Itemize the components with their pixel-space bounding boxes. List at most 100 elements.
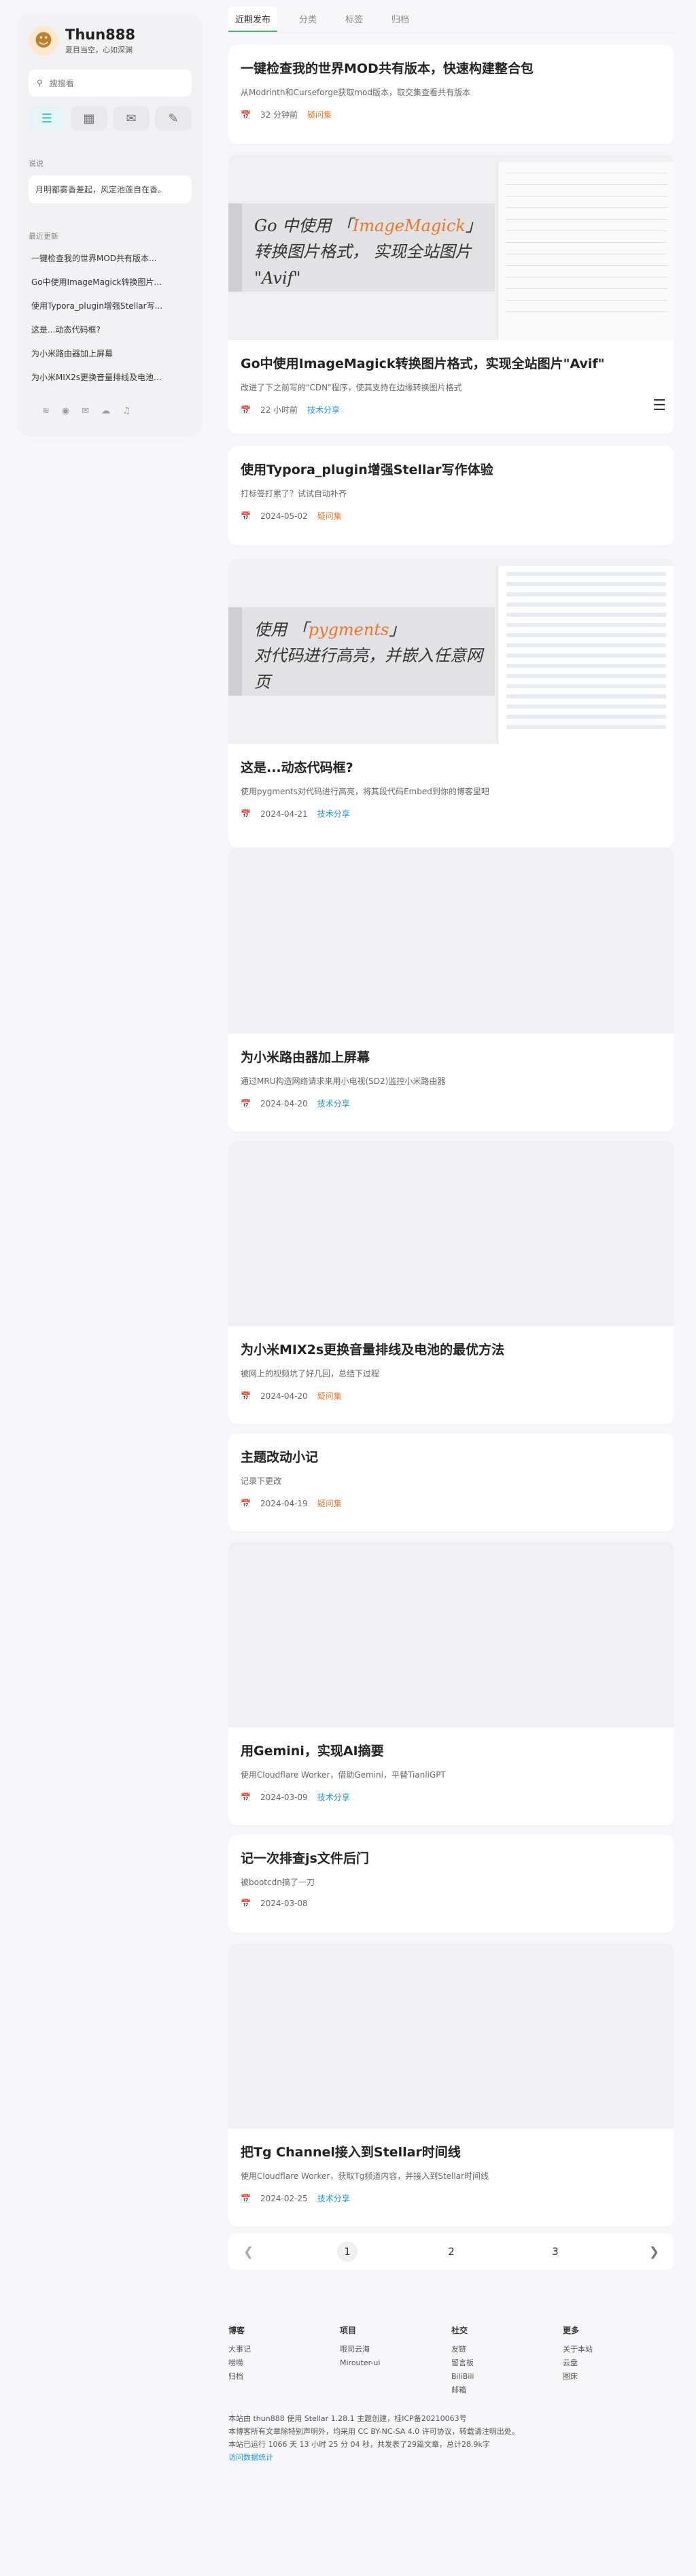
footer-link[interactable]: BiliBili	[451, 2370, 563, 2384]
post-cover	[228, 849, 674, 1034]
cloud-icon[interactable]: ☁	[101, 406, 110, 416]
post-category[interactable]: 疑问集	[317, 1390, 342, 1402]
prev-page-icon[interactable]: ❮	[243, 2245, 254, 2259]
post-card[interactable]: Go 中使用 「ImageMagick」 转换图片格式， 实现全站图片 "Avi…	[228, 155, 674, 434]
footer-link[interactable]: 邮箱	[451, 2384, 563, 2397]
footer-link[interactable]: 大事记	[228, 2343, 340, 2356]
comments-nav-icon[interactable]: ✉	[113, 106, 150, 131]
footer-link[interactable]: 留言板	[451, 2356, 563, 2370]
post-category[interactable]: 技术分享	[317, 808, 350, 819]
announcement-title: 说说	[29, 159, 44, 168]
footer-link[interactable]: 哦司云海	[340, 2343, 451, 2356]
post-card[interactable]: 使用 「pygments」 对代码进行高亮，并嵌入任意网页 这是...动态代码框…	[228, 559, 674, 847]
recent-item[interactable]: 这是...动态代码框?	[29, 318, 192, 342]
cover-highlight: pygments	[308, 620, 389, 639]
recent-item[interactable]: 一键检查我的世界MOD共有版本...	[29, 247, 192, 271]
post-title[interactable]: 为小米MIX2s更换音量排线及电池的最优方法	[241, 1340, 662, 1358]
calendar-icon: 📅	[241, 405, 251, 415]
post-title[interactable]: 主题改动小记	[241, 1447, 662, 1465]
post-category[interactable]: 技术分享	[317, 1098, 350, 1109]
post-card[interactable]: 使用Typora_plugin增强Stellar写作体验 打标签打累了？试试自动…	[228, 446, 674, 545]
github-icon[interactable]: ◉	[62, 406, 69, 416]
calendar-icon: 📅	[241, 1792, 251, 1802]
site-name[interactable]: Thun888	[65, 27, 135, 43]
footer-link[interactable]: 图床	[563, 2370, 674, 2384]
cover-highlight: ImageMagick	[352, 216, 466, 235]
tab-archive[interactable]: 归档	[385, 7, 416, 32]
mail-icon[interactable]: ✉	[82, 406, 89, 416]
post-date: 2024-04-21	[260, 809, 308, 819]
page-3[interactable]: 3	[545, 2241, 566, 2262]
post-date: 2024-04-19	[260, 1498, 308, 1508]
post-category[interactable]: 技术分享	[317, 2192, 350, 2204]
footer-link[interactable]: Mirouter-ui	[340, 2356, 451, 2370]
post-desc: 从Modrinth和Curseforge获取mod版本，取交集查看共有版本	[241, 88, 470, 97]
footer-license[interactable]: 本博客所有文章除特别声明外，均采用 CC BY-NC-SA 4.0 许可协议，转…	[228, 2425, 674, 2438]
avatar[interactable]: ☻	[29, 26, 58, 56]
recent-item[interactable]: Go中使用ImageMagick转换图片...	[29, 271, 192, 294]
footer-col-social: 社交 友链 留言板 BiliBili 邮箱	[451, 2324, 563, 2397]
post-title[interactable]: 用Gemini，实现AI摘要	[241, 1741, 662, 1759]
post-title[interactable]: 为小米路由器加上屏幕	[241, 1047, 662, 1066]
page-2[interactable]: 2	[441, 2241, 462, 2262]
post-desc: 打标签打累了？试试自动补齐	[241, 489, 347, 498]
music-icon[interactable]: ♫	[122, 406, 130, 416]
page-1[interactable]: 1	[337, 2241, 358, 2262]
post-desc: 改进了下之前写的"CDN"程序，使其支持在边缘转换图片格式	[241, 383, 462, 392]
footer-col-title: 项目	[340, 2326, 357, 2335]
tab-recent[interactable]: 近期发布	[228, 7, 278, 32]
recent-item[interactable]: 为小米MIX2s更换音量排线及电池...	[29, 366, 192, 390]
post-title[interactable]: 使用Typora_plugin增强Stellar写作体验	[241, 460, 662, 478]
calendar-icon: 📅	[241, 1391, 251, 1401]
footer-link[interactable]: 关于本站	[563, 2343, 674, 2356]
post-category[interactable]: 技术分享	[317, 1791, 350, 1803]
calendar-icon: 📅	[241, 109, 251, 120]
post-card[interactable]: 主题改动小记 记录下更改 📅 2024-04-19 疑问集	[228, 1434, 674, 1531]
recent-item[interactable]: 为小米路由器加上屏幕	[29, 342, 192, 366]
post-title[interactable]: 一键检查我的世界MOD共有版本，快速构建整合包	[241, 58, 662, 77]
footer-stats-link[interactable]: 访问数据统计	[228, 2451, 674, 2464]
post-card[interactable]: 用Gemini，实现AI摘要 使用Cloudflare Worker，借助Gem…	[228, 1542, 674, 1825]
cover-banner: Go 中使用 「ImageMagick」 转换图片格式， 实现全站图片 "Avi…	[228, 203, 495, 292]
search-box[interactable]: ⚲ 搜搜看	[29, 69, 192, 97]
footer-credit[interactable]: 本站由 thun888 使用 Stellar 1.28.1 主题创建，桂ICP备…	[228, 2412, 674, 2425]
calendar-icon: 📅	[241, 809, 251, 819]
post-desc: 记录下更改	[241, 1476, 282, 1486]
posts-nav-icon[interactable]: ☰	[29, 106, 65, 131]
post-category[interactable]: 疑问集	[307, 109, 332, 120]
post-cover	[228, 1944, 674, 2129]
post-title[interactable]: 这是...动态代码框?	[241, 758, 662, 776]
post-card[interactable]: 把Tg Channel接入到Stellar时间线 使用Cloudflare Wo…	[228, 1944, 674, 2226]
footer: 博客 大事记 唠唠 归档 项目 哦司云海 Mirouter-ui 社交 友链 留…	[228, 2324, 674, 2464]
post-title[interactable]: 把Tg Channel接入到Stellar时间线	[241, 2142, 662, 2160]
search-input[interactable]: 搜搜看	[50, 78, 74, 89]
footer-col-blog: 博客 大事记 唠唠 归档	[228, 2324, 340, 2397]
post-card[interactable]: 记一次排查js文件后门 被bootcdn搞了一刀 📅 2024-03-08	[228, 1835, 674, 1933]
rss-icon[interactable]: ≋	[42, 406, 50, 416]
post-title[interactable]: 记一次排查js文件后门	[241, 1848, 662, 1867]
footer-link[interactable]: 友链	[451, 2343, 563, 2356]
post-desc: 使用Cloudflare Worker，借助Gemini，平替TianliGPT	[241, 1770, 446, 1780]
profile[interactable]: ☻ Thun888 夏目当空，心如深渊	[29, 26, 192, 56]
footer-link[interactable]: 唠唠	[228, 2356, 340, 2370]
wiki-nav-icon[interactable]: ▦	[71, 106, 107, 131]
footer-link[interactable]: 归档	[228, 2370, 340, 2384]
post-tabs: 近期发布 分类 标签 归档	[228, 7, 416, 32]
cover-text: Go 中使用 「	[254, 216, 353, 235]
post-card[interactable]: 为小米路由器加上屏幕 通过MRU构造网络请求来用小电视(SD2)监控小米路由器 …	[228, 849, 674, 1132]
post-category[interactable]: 技术分享	[307, 404, 340, 416]
toc-icon[interactable]: ☰	[652, 397, 666, 414]
post-card[interactable]: 为小米MIX2s更换音量排线及电池的最优方法 被网上的视频坑了好几回，总结下过程…	[228, 1141, 674, 1424]
post-card[interactable]: 一键检查我的世界MOD共有版本，快速构建整合包 从Modrinth和Cursef…	[228, 45, 674, 144]
tab-categories[interactable]: 分类	[292, 7, 324, 32]
notes-nav-icon[interactable]: ✎	[155, 106, 192, 131]
next-page-icon[interactable]: ❯	[649, 2245, 659, 2259]
post-cover: Go 中使用 「ImageMagick」 转换图片格式， 实现全站图片 "Avi…	[228, 155, 674, 340]
post-category[interactable]: 疑问集	[317, 510, 342, 522]
footer-link[interactable]: 云盘	[563, 2356, 674, 2370]
recent-item[interactable]: 使用Typora_plugin增强Stellar写...	[29, 294, 192, 318]
tab-tags[interactable]: 标签	[338, 7, 370, 32]
post-category[interactable]: 疑问集	[317, 1497, 342, 1509]
social-links: ≋ ◉ ✉ ☁ ♫	[29, 406, 192, 416]
post-title[interactable]: Go中使用ImageMagick转换图片格式，实现全站图片"Avif"	[241, 354, 662, 372]
